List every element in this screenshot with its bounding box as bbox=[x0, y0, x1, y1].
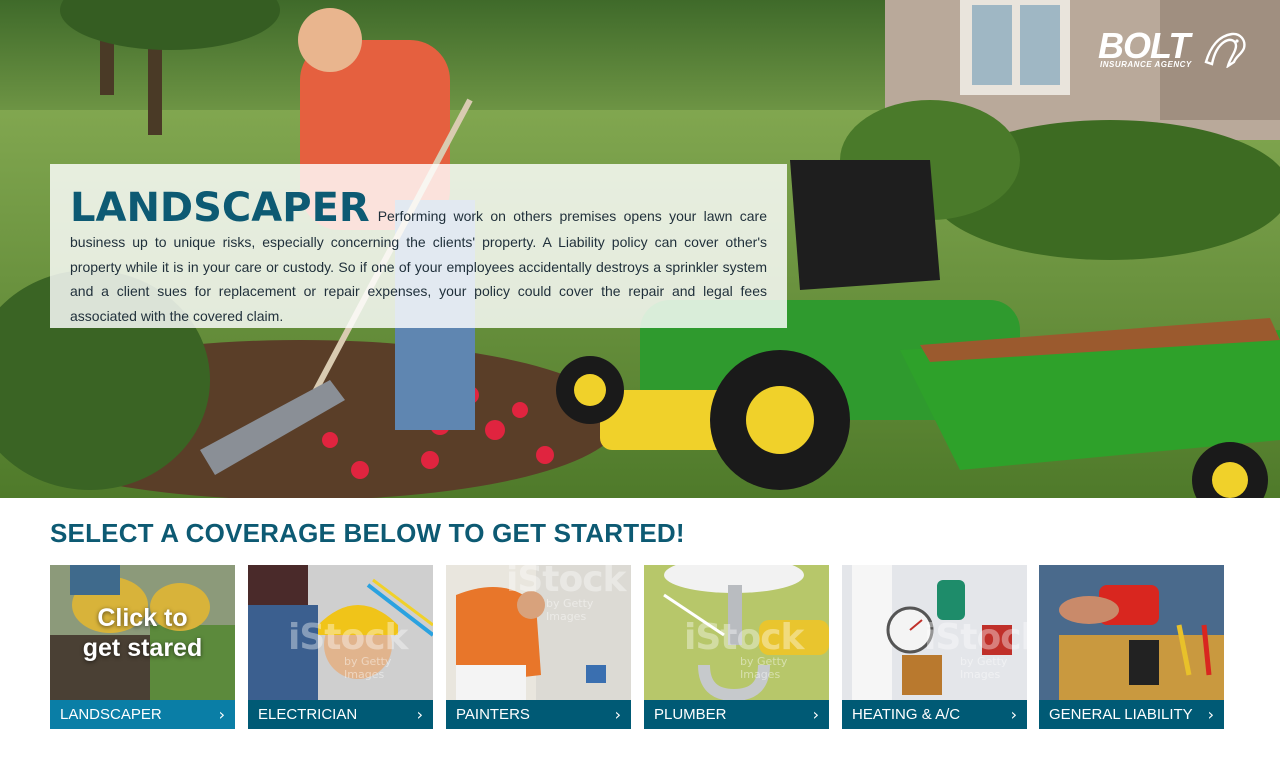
chevron-right-icon: › bbox=[416, 704, 423, 724]
chevron-right-icon: › bbox=[1010, 704, 1017, 724]
chevron-right-icon: › bbox=[812, 704, 819, 724]
coverage-card-painters[interactable]: iStock by Getty Images PAINTERS › bbox=[446, 565, 631, 729]
coverage-card-bar[interactable]: GENERAL LIABILITY › bbox=[1039, 700, 1224, 729]
coverage-card-general-liability[interactable]: GENERAL LIABILITY › bbox=[1039, 565, 1224, 729]
landscaper-photo: Click to get stared bbox=[50, 565, 235, 700]
coverage-card-heating-ac[interactable]: iStock by Getty Images HEATING & A/C › bbox=[842, 565, 1027, 729]
logo-wordmark: BOLT bbox=[1098, 25, 1190, 66]
coverage-card-bar[interactable]: HEATING & A/C › bbox=[842, 700, 1027, 729]
getty-watermark: by Getty Images bbox=[960, 655, 1008, 681]
chevron-right-icon: › bbox=[218, 704, 225, 724]
coverage-card-label: ELECTRICIAN bbox=[258, 706, 358, 723]
istock-watermark: iStock bbox=[506, 565, 626, 600]
coverage-card-electrician[interactable]: iStock by Getty Images ELECTRICIAN › bbox=[248, 565, 433, 729]
istock-watermark: iStock bbox=[684, 617, 804, 658]
coverage-card-label: LANDSCAPER bbox=[60, 706, 162, 723]
bolt-logo[interactable]: BOLT INSURANCE AGENCY bbox=[1098, 28, 1248, 72]
hero-banner: BOLT INSURANCE AGENCY LANDSCAPER Performi… bbox=[0, 0, 1280, 498]
chevron-right-icon: › bbox=[614, 704, 621, 724]
plumber-photo: iStock by Getty Images bbox=[644, 565, 829, 700]
istock-watermark: iStock bbox=[288, 617, 408, 658]
logo-tagline: INSURANCE AGENCY bbox=[1100, 60, 1192, 69]
page-title: LANDSCAPER bbox=[70, 185, 370, 231]
getty-watermark: by Getty Images bbox=[740, 655, 788, 681]
getty-watermark: by Getty Images bbox=[546, 597, 594, 623]
coverage-card-grid: Click to get stared LANDSCAPER › iStock b… bbox=[50, 565, 1230, 729]
toolbelt-photo bbox=[1039, 565, 1224, 700]
horse-head-icon bbox=[1204, 32, 1246, 68]
coverage-card-bar[interactable]: ELECTRICIAN › bbox=[248, 700, 433, 729]
coverage-card-label: PLUMBER bbox=[654, 706, 727, 723]
chevron-right-icon: › bbox=[1207, 704, 1214, 724]
coverage-card-bar[interactable]: PAINTERS › bbox=[446, 700, 631, 729]
coverage-card-bar[interactable]: LANDSCAPER › bbox=[50, 700, 235, 729]
click-to-get-started-cta[interactable]: Click to get stared bbox=[50, 603, 235, 663]
coverage-heading: SELECT A COVERAGE BELOW TO GET STARTED! bbox=[50, 518, 685, 548]
electrician-photo: iStock by Getty Images bbox=[248, 565, 433, 700]
istock-watermark: iStock bbox=[924, 617, 1027, 658]
coverage-card-plumber[interactable]: iStock by Getty Images PLUMBER › bbox=[644, 565, 829, 729]
intro-panel: LANDSCAPER Performing work on others prem… bbox=[50, 164, 787, 328]
coverage-card-label: PAINTERS bbox=[456, 706, 530, 723]
coverage-card-landscaper[interactable]: Click to get stared LANDSCAPER › bbox=[50, 565, 235, 729]
intro-paragraph: LANDSCAPER Performing work on others prem… bbox=[70, 186, 767, 328]
painter-photo: iStock by Getty Images bbox=[446, 565, 631, 700]
getty-watermark: by Getty Images bbox=[344, 655, 392, 681]
hvac-photo: iStock by Getty Images bbox=[842, 565, 1027, 700]
coverage-card-label: HEATING & A/C bbox=[852, 706, 961, 723]
coverage-card-label: GENERAL LIABILITY bbox=[1049, 706, 1193, 723]
coverage-card-bar[interactable]: PLUMBER › bbox=[644, 700, 829, 729]
